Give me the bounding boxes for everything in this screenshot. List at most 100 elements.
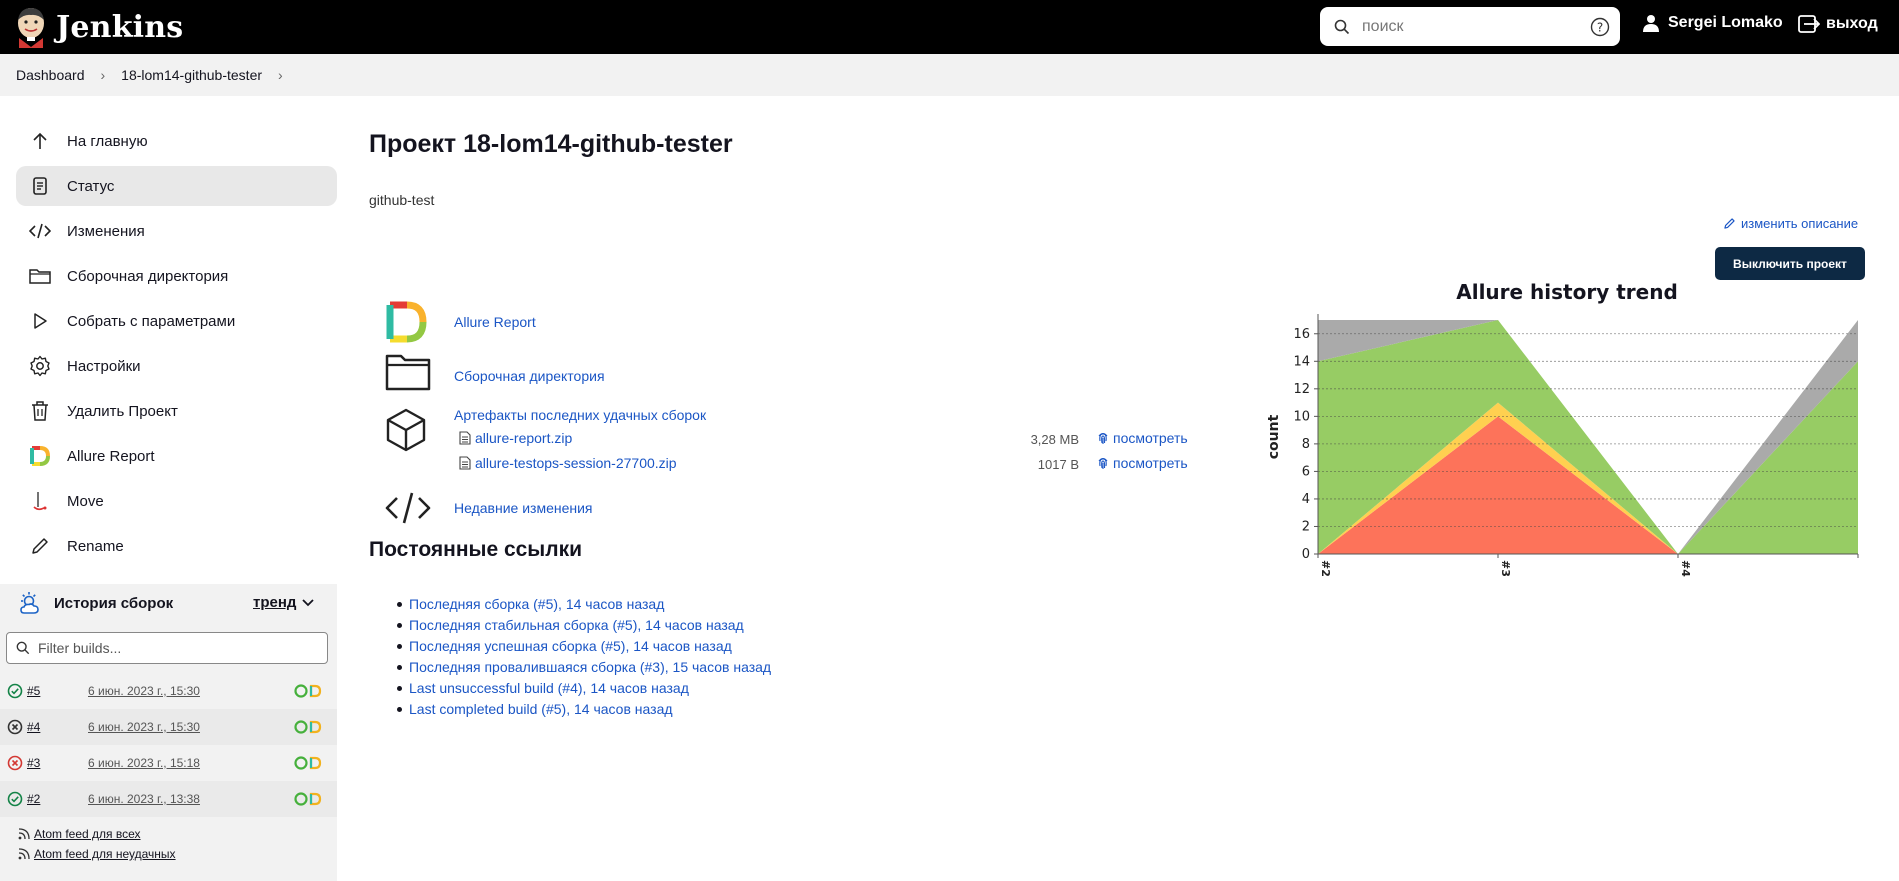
permalink[interactable]: Last unsuccessful build (#4), 14 часов н… [409,680,689,696]
sidebar-item-delete[interactable]: Удалить Проект [16,391,337,431]
top-bar: Jenkins ? Sergei Lomako выход [0,0,1899,54]
build-history-title: История сборок [54,594,174,612]
sidebar-item-label: Собрать с параметрами [67,312,236,330]
y-tick-label: 4 [1302,492,1310,507]
fingerprint-icon [1098,457,1108,469]
list-item: Последняя сборка (#5), 14 часов назад [396,596,771,617]
sidebar-item-changes[interactable]: Изменения [16,211,337,251]
sidebar-item-rename[interactable]: Rename [16,526,337,566]
arrow-up-icon [28,129,52,153]
y-tick-label: 8 [1302,437,1310,452]
build-number[interactable]: #2 [27,792,40,806]
y-tick-label: 12 [1293,382,1310,397]
weather-icon [20,592,39,614]
artifact-view-label: посмотреть [1113,455,1188,471]
y-tick-label: 6 [1302,464,1310,479]
build-row[interactable]: #5 6 июн. 2023 г., 15:30 [0,673,337,709]
logout-icon [1798,15,1820,33]
sidebar-item-label: Move [67,492,104,510]
build-filter-input[interactable] [38,640,308,656]
allure-icon [386,301,427,343]
allure-report-link[interactable]: Allure Report [454,314,536,330]
svg-text:?: ? [1597,21,1603,35]
allure-badge-icon[interactable] [294,756,324,770]
trend-link[interactable]: тренд [253,594,296,611]
file-icon [459,431,471,445]
allure-badge-icon[interactable] [294,720,324,734]
rss-icon [18,848,30,860]
build-date[interactable]: 6 июн. 2023 г., 15:18 [88,756,200,770]
sidebar-item-allure[interactable]: Allure Report [16,436,337,476]
build-number[interactable]: #4 [27,720,40,734]
artifact-view-link[interactable]: посмотреть [1097,430,1188,446]
move-icon [28,489,52,513]
sidebar-item-label: Настройки [67,357,141,375]
user-menu[interactable]: Sergei Lomako [1642,14,1783,32]
build-row[interactable]: #4 6 июн. 2023 г., 15:30 [0,709,337,745]
artifact-view-label: посмотреть [1113,430,1188,446]
artifact-name[interactable]: allure-testops-session-27700.zip [475,455,677,471]
chevron-down-icon[interactable] [302,598,314,608]
sidebar-item-build-with-params[interactable]: Собрать с параметрами [16,301,337,341]
artifact-name[interactable]: allure-report.zip [475,430,572,446]
build-number[interactable]: #5 [27,684,40,698]
sidebar-item-status[interactable]: Статус [16,166,337,206]
sidebar-item-label: Сборочная директория [67,267,229,285]
code-icon [28,219,52,243]
atom-feed-failed[interactable]: Atom feed для неудачных [18,847,176,861]
list-item: Последняя успешная сборка (#5), 14 часов… [396,638,771,659]
sidebar-item-label: Allure Report [67,447,155,465]
build-date[interactable]: 6 июн. 2023 г., 13:38 [88,792,200,806]
y-tick-label: 10 [1293,409,1310,424]
feed-label: Atom feed для неудачных [34,847,176,861]
package-icon [386,408,426,452]
pencil-icon [1724,218,1735,229]
sidebar-item-workspace[interactable]: Сборочная директория [16,256,337,296]
x-tick-label: #5 [1859,560,1862,577]
atom-feed-all[interactable]: Atom feed для всех [18,827,141,841]
artifacts-link[interactable]: Артефакты последних удачных сборок [454,407,706,423]
build-number[interactable]: #3 [27,756,40,770]
allure-badge-icon[interactable] [294,684,324,698]
help-icon[interactable]: ? [1590,17,1610,37]
workspace-link[interactable]: Сборочная директория [454,368,605,384]
permalink[interactable]: Последняя успешная сборка (#5), 14 часов… [409,638,732,654]
artifact-row: allure-report.zip [459,430,572,446]
build-row[interactable]: #2 6 июн. 2023 г., 13:38 [0,781,337,817]
permalink[interactable]: Last completed build (#5), 14 часов наза… [409,701,673,717]
build-filter[interactable] [6,632,328,664]
artifact-view-link[interactable]: посмотреть [1097,455,1188,471]
sidebar-item-configure[interactable]: Настройки [16,346,337,386]
chevron-right-icon[interactable]: › [101,67,106,83]
edit-description-link[interactable]: изменить описание [1723,216,1858,231]
chevron-right-icon[interactable]: › [278,67,283,83]
permalink[interactable]: Последняя сборка (#5), 14 часов назад [409,596,664,612]
y-tick-label: 0 [1302,547,1310,562]
build-row[interactable]: #3 6 июн. 2023 г., 15:18 [0,745,337,781]
allure-trend-chart[interactable]: 0 2 4 6 8 10 12 14 16 #2 #3 #4 #5 count [1262,272,1862,592]
breadcrumb-dashboard[interactable]: Dashboard [16,67,85,83]
search-icon [1334,19,1350,34]
sidebar-item-home[interactable]: На главную [16,121,337,161]
build-date[interactable]: 6 июн. 2023 г., 15:30 [88,684,200,698]
jenkins-logo[interactable]: Jenkins [14,6,183,48]
success-icon [7,791,23,807]
artifact-row: allure-testops-session-27700.zip [459,455,677,471]
artifact-size: 3,28 MB [1030,432,1079,447]
recent-changes-link[interactable]: Недавние изменения [454,500,593,516]
breadcrumb-project[interactable]: 18-lom14-github-tester [121,67,262,83]
play-icon [28,309,52,333]
search-input[interactable] [1362,17,1582,36]
failed-icon [7,755,23,771]
build-date[interactable]: 6 июн. 2023 г., 15:30 [88,720,200,734]
permalink[interactable]: Последняя стабильная сборка (#5), 14 час… [409,617,744,633]
permalink[interactable]: Последняя провалившаяся сборка (#3), 15 … [409,659,771,675]
sidebar-item-label: Изменения [67,222,145,240]
logout-link[interactable]: выход [1798,14,1878,34]
sidebar-item-move[interactable]: Move [16,481,337,521]
project-description: github-test [369,192,435,208]
x-tick-label: #3 [1499,560,1512,577]
permalinks-title: Постоянные ссылки [369,538,583,561]
search-box[interactable]: ? [1320,7,1620,46]
allure-badge-icon[interactable] [294,792,324,806]
